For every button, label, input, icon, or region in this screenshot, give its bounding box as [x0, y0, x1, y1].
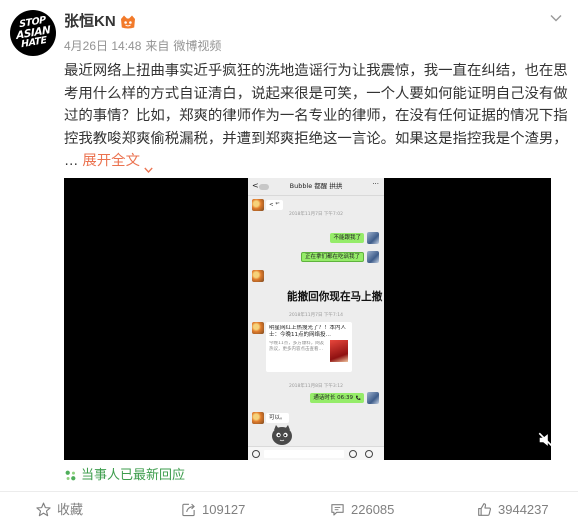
self-avatar: [367, 251, 379, 263]
link-card-description: 今晚11点，多方爆料，网友热议，更多内容点击查看…: [269, 341, 325, 352]
chevron-down-icon[interactable]: [550, 9, 562, 22]
emoji-icon: [349, 450, 357, 458]
post-text-line: 过的事情？比如，郑爽的律师作为一名专业的律师，在没有任何证据的情况下指: [64, 108, 568, 124]
chat-header: < Bubble 都醒 拱拱 ···: [248, 178, 384, 196]
expand-full-text-link[interactable]: 展开全文: [82, 153, 140, 169]
star-icon: [36, 502, 51, 517]
video-player[interactable]: < Bubble 都醒 拱拱 ··· < *' 2018年11月7日 下午7:0…: [64, 178, 554, 460]
latest-response-label: 当事人已最新回应: [81, 467, 186, 482]
outgoing-message: 正在拿们都在吃讽我了: [300, 252, 364, 262]
repost-count: 109127: [202, 502, 246, 517]
chat-timestamp: 2018年11月7日 下午7:02: [288, 212, 344, 217]
ellipsis: …: [64, 153, 79, 169]
source-prefix: 来自: [145, 39, 170, 53]
vip-member-badge-icon[interactable]: [119, 14, 137, 30]
plus-icon: [365, 450, 373, 458]
comment-count: 226085: [351, 502, 395, 517]
chevron-down-icon[interactable]: [144, 158, 153, 174]
contact-avatar: [252, 322, 264, 334]
video-subtitle: 能撤回你现在马上撤: [287, 291, 383, 303]
post-timestamp[interactable]: 4月26日 14:48: [64, 39, 141, 53]
volume-muted-icon[interactable]: [537, 431, 555, 449]
share-icon: [182, 503, 195, 517]
logo-line: HATE: [20, 34, 47, 51]
stop-asian-hate-logo: STOP ASIAN HATE: [15, 15, 51, 51]
expand-row: … 展开全文: [64, 150, 153, 174]
chat-input-bar: [248, 446, 384, 460]
incoming-message: 可以。: [266, 413, 289, 423]
self-avatar: [367, 232, 379, 244]
like-count: 3944237: [498, 502, 549, 517]
chat-timestamp: 2018年11月8日 下午3:12: [288, 384, 344, 389]
contact-avatar: [252, 199, 264, 211]
post-text-line: 控我教唆郑爽偷税漏税，并遭到郑爽拒绝这一言论。如果这是指控我是个渣男，: [64, 130, 568, 147]
chat-input-field: [264, 450, 344, 458]
post-text-line: 最近网络上扭曲事实近乎疯狂的洗地造谣行为让我震惊，我一直在纠结，也在思: [64, 63, 568, 79]
post-text-line: 考用什么样的方式自证清白，说起来很是可笑，一个人要如何能证明自己没有做: [64, 85, 568, 102]
chat-title: Bubble 都醒 拱拱: [289, 182, 343, 190]
link-card: 明星网红上热搜光了？！本内人士：今晚11点的网络投… 今晚11点，多方爆料，网友…: [266, 322, 352, 372]
contact-avatar: [252, 412, 264, 424]
link-card-title: 明星网红上热搜光了？！本内人士：今晚11点的网络投…: [269, 325, 347, 338]
cartoon-sticker-icon: [270, 424, 294, 446]
contact-avatar: [252, 270, 264, 282]
call-record-text: 通话时长 06:39: [313, 395, 353, 401]
phone-icon: [355, 395, 361, 401]
outgoing-message: 不能跟我了: [330, 233, 364, 243]
post-meta: 4月26日 14:48 来自 微博视频: [64, 38, 221, 54]
author-name[interactable]: 张恒KN: [64, 12, 116, 32]
favorite-label: 收藏: [57, 502, 84, 517]
call-record-message: 通话时长 06:39: [310, 393, 364, 403]
voice-icon: [252, 450, 260, 458]
post-source[interactable]: 微博视频: [173, 39, 221, 53]
more-icon: ···: [372, 180, 379, 188]
self-avatar: [367, 392, 379, 404]
chat-timestamp: 2018年11月7日 下午7:14: [288, 313, 344, 318]
chat-screenshot-frame: < Bubble 都醒 拱拱 ··· < *' 2018年11月7日 下午7:0…: [248, 178, 384, 460]
incoming-message: < *': [266, 200, 283, 210]
comment-icon: [331, 504, 344, 516]
divider: [0, 491, 578, 492]
like-icon: [478, 503, 492, 516]
link-card-thumbnail: [330, 340, 348, 362]
avatar[interactable]: STOP ASIAN HATE: [10, 10, 56, 56]
sparkle-icon: [64, 469, 77, 482]
